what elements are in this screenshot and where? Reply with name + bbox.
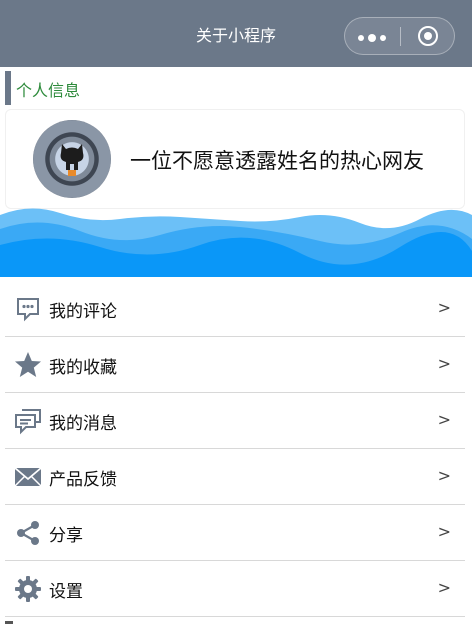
menu-label: 分享: [49, 526, 83, 546]
menu-label: 我的评论: [49, 302, 117, 322]
menu-list: 我的评论 > 我的收藏 > 我的消息 > 产品反馈 > 分享 > 设置 >: [5, 281, 465, 617]
message-icon: [14, 407, 42, 435]
more-dots-icon[interactable]: [358, 34, 386, 42]
menu-label: 我的收藏: [49, 358, 117, 378]
avatar[interactable]: [33, 120, 111, 198]
capsule-divider: [400, 27, 401, 46]
menu-item-messages[interactable]: 我的消息 >: [5, 393, 465, 449]
chevron-right-icon: >: [437, 466, 451, 485]
star-icon: [14, 351, 42, 379]
gear-icon: [14, 575, 42, 603]
menu-label: 我的消息: [49, 414, 117, 434]
menu-item-settings[interactable]: 设置 >: [5, 561, 465, 617]
bottom-mark: [5, 621, 13, 624]
profile-card[interactable]: 一位不愿意透露姓名的热心网友: [5, 109, 465, 209]
close-target-icon[interactable]: [418, 26, 438, 46]
chevron-right-icon: >: [437, 410, 451, 429]
menu-item-feedback[interactable]: 产品反馈 >: [5, 449, 465, 505]
navigation-bar: 关于小程序: [0, 0, 472, 67]
section-title: 个人信息: [16, 81, 81, 100]
menu-item-comments[interactable]: 我的评论 >: [5, 281, 465, 337]
octocat-icon: [60, 144, 84, 176]
share-icon: [14, 519, 42, 547]
wave-graphic: [0, 208, 472, 277]
menu-label: 产品反馈: [49, 470, 117, 490]
chevron-right-icon: >: [437, 354, 451, 373]
menu-item-share[interactable]: 分享 >: [5, 505, 465, 561]
chevron-right-icon: >: [437, 522, 451, 541]
capsule-menu[interactable]: [344, 17, 455, 55]
chevron-right-icon: >: [437, 578, 451, 597]
wave-banner: [0, 205, 472, 277]
menu-label: 设置: [49, 582, 83, 602]
envelope-icon: [14, 463, 42, 491]
username: 一位不愿意透露姓名的热心网友: [130, 149, 424, 173]
menu-item-favorites[interactable]: 我的收藏 >: [5, 337, 465, 393]
chevron-right-icon: >: [437, 298, 451, 317]
comment-icon: [14, 295, 42, 323]
section-accent-bar: [5, 71, 11, 105]
